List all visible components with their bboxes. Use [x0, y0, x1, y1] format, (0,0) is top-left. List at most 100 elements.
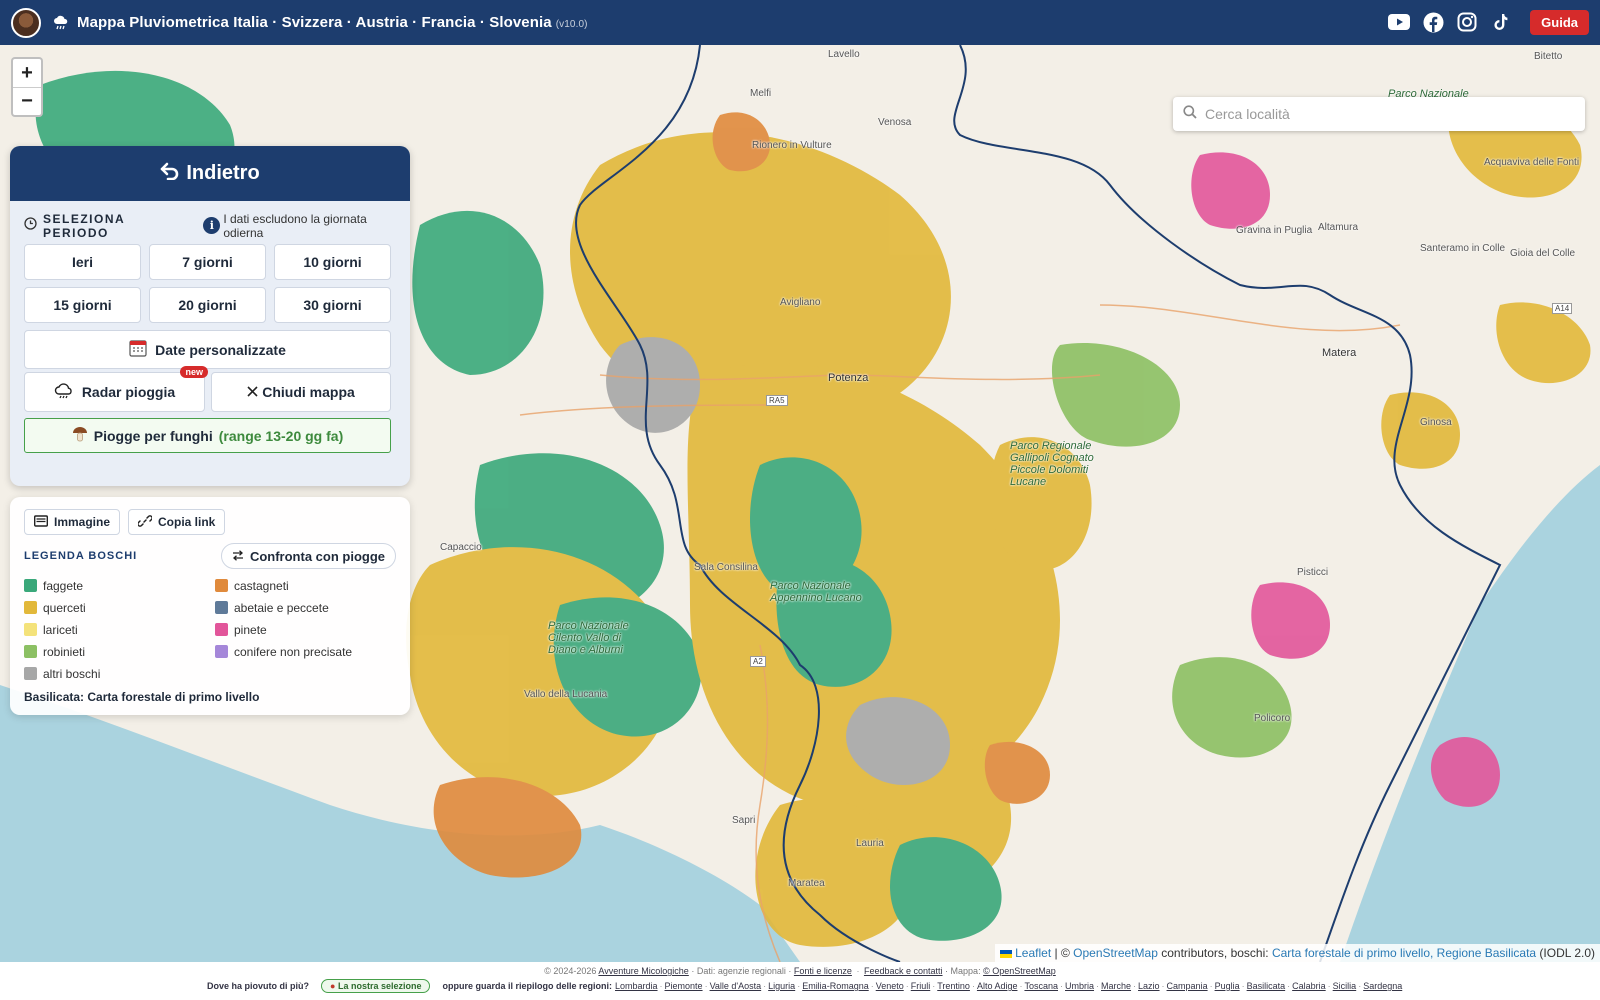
copy-link-button[interactable]: Copia link	[128, 509, 226, 535]
instagram-icon[interactable]	[1456, 11, 1478, 33]
zoom-out-button[interactable]: −	[13, 87, 41, 115]
legend-label: querceti	[43, 600, 86, 615]
separator: ·	[1133, 981, 1137, 991]
rain-radar-button[interactable]: Radar pioggia new	[24, 366, 208, 412]
region-link[interactable]: Puglia	[1215, 981, 1240, 991]
region-link[interactable]: Friuli	[911, 981, 931, 991]
region-link[interactable]: Veneto	[876, 981, 904, 991]
footer-question: Dove ha piovuto di più?	[207, 981, 309, 991]
mushroom-rain-range: (range 13-20 gg fa)	[218, 427, 344, 444]
place-label: Gioia del Colle	[1510, 248, 1576, 259]
app-version: (v10.0)	[555, 19, 588, 30]
place-label: Bitetto	[1534, 51, 1563, 62]
back-button[interactable]: Indietro	[10, 146, 410, 201]
legend-label: robinieti	[43, 644, 86, 659]
compare-rain-button[interactable]: Confronta con piogge	[220, 543, 396, 569]
back-arrow-icon	[160, 162, 180, 186]
osm-link[interactable]: OpenStreetMap	[1073, 946, 1158, 960]
avatar[interactable]	[11, 7, 41, 38]
legend-panel: Immagine Copia link LEGENDA BOSCHI Confr…	[10, 497, 410, 715]
footer: © 2024-2026 Avventure Micologiche · Dati…	[0, 962, 1600, 1000]
osm-credit-link[interactable]: © OpenStreetMap	[983, 966, 1056, 976]
place-label: Policoro	[1254, 713, 1291, 724]
region-link[interactable]: Toscana	[1024, 981, 1058, 991]
separator: ·	[763, 981, 767, 991]
guide-button[interactable]: Guida	[1530, 10, 1589, 35]
youtube-icon[interactable]	[1388, 11, 1410, 33]
legend-swatch	[24, 579, 37, 592]
region-link[interactable]: Lazio	[1138, 981, 1160, 991]
sources-link[interactable]: Fonti e licenze	[794, 966, 852, 976]
region-link[interactable]: Campania	[1167, 981, 1208, 991]
legend-label: lariceti	[43, 622, 78, 637]
separator: ·	[971, 981, 975, 991]
legend-swatch	[215, 601, 228, 614]
period-10-days-button[interactable]: 10 giorni	[274, 244, 391, 280]
mushroom-rain-button[interactable]: Piogge per funghi (range 13-20 gg fa)	[24, 418, 391, 453]
park-label: Parco Regionale Gallipoli Cognato Piccol…	[1010, 440, 1094, 488]
place-label: Gravina in Puglia	[1236, 225, 1313, 236]
legend-swatch	[24, 623, 37, 636]
search-input[interactable]	[1205, 106, 1565, 122]
park-label: Parco Nazionale Appennino Lucano	[770, 580, 862, 604]
region-link[interactable]: Lombardia	[615, 981, 658, 991]
period-20-days-button[interactable]: 20 giorni	[149, 287, 266, 323]
period-yesterday-button[interactable]: Ieri	[24, 244, 141, 280]
region-link[interactable]: Valle d'Aosta	[710, 981, 762, 991]
top-bar: Mappa Pluviometrica Italia · Svizzera · …	[0, 0, 1600, 45]
tiktok-icon[interactable]	[1490, 11, 1512, 33]
region-link[interactable]: Basilicata	[1247, 981, 1286, 991]
separator: ·	[905, 981, 909, 991]
place-label: Rionero in Vulture	[752, 140, 832, 151]
region-link[interactable]: Piemonte	[665, 981, 703, 991]
legend-swatch	[24, 645, 37, 658]
site-link[interactable]: Avventure Micologiche	[598, 966, 688, 976]
calendar-icon	[129, 339, 147, 360]
close-map-button[interactable]: Chiudi mappa	[211, 372, 391, 412]
region-link[interactable]: Marche	[1101, 981, 1131, 991]
info-icon[interactable]: i	[203, 217, 221, 234]
separator: ·	[1209, 981, 1213, 991]
selection-chip[interactable]: ● La nostra selezione	[321, 979, 431, 993]
period-options: Ieri 7 giorni 10 giorni	[10, 237, 410, 280]
zoom-in-button[interactable]: +	[13, 59, 41, 87]
period-7-days-button[interactable]: 7 giorni	[149, 244, 266, 280]
legend-label: castagneti	[234, 578, 289, 593]
facebook-icon[interactable]	[1422, 11, 1444, 33]
region-link[interactable]: Alto Adige	[977, 981, 1018, 991]
footer-credits: © 2024-2026 Avventure Micologiche · Dati…	[0, 962, 1600, 976]
legend-title: LEGENDA BOSCHI	[24, 550, 138, 562]
city-label: Potenza	[828, 372, 869, 384]
footer-data-note: · Dati: agenzie regionali ·	[691, 966, 792, 976]
legend-item: castagneti	[215, 578, 406, 593]
legend-item: robinieti	[24, 644, 215, 659]
place-label: Venosa	[878, 117, 912, 128]
forest-source-link[interactable]: Carta forestale di primo livello, Region…	[1272, 946, 1536, 960]
place-label: Altamura	[1318, 222, 1359, 233]
road-badge: RA5	[766, 395, 788, 406]
region-link[interactable]: Calabria	[1292, 981, 1326, 991]
region-link[interactable]: Umbria	[1065, 981, 1094, 991]
region-link[interactable]: Sicilia	[1333, 981, 1357, 991]
copy-link-label: Copia link	[158, 515, 216, 529]
legend-item: querceti	[24, 600, 215, 615]
export-image-button[interactable]: Immagine	[24, 509, 121, 535]
region-link[interactable]: Sardegna	[1363, 981, 1402, 991]
separator: ·	[932, 981, 936, 991]
separator: ·	[704, 981, 708, 991]
legend-label: faggete	[43, 578, 84, 593]
feedback-link[interactable]: Feedback e contatti	[864, 966, 943, 976]
leaflet-link[interactable]: Leaflet	[1015, 946, 1051, 960]
place-label: Ginosa	[1420, 417, 1452, 428]
custom-dates-button[interactable]: Date personalizzate	[24, 330, 391, 369]
legend-source: Basilicata: Carta forestale di primo liv…	[24, 690, 260, 704]
region-link[interactable]: Liguria	[768, 981, 795, 991]
export-image-label: Immagine	[54, 515, 111, 529]
period-30-days-button[interactable]: 30 giorni	[274, 287, 391, 323]
region-link[interactable]: Trentino	[937, 981, 970, 991]
place-label: Capaccio	[440, 542, 482, 553]
search-box	[1173, 97, 1585, 131]
region-link[interactable]: Emilia-Romagna	[802, 981, 869, 991]
period-15-days-button[interactable]: 15 giorni	[24, 287, 141, 323]
footer-regions: Dove ha piovuto di più? ● La nostra sele…	[0, 976, 1600, 993]
